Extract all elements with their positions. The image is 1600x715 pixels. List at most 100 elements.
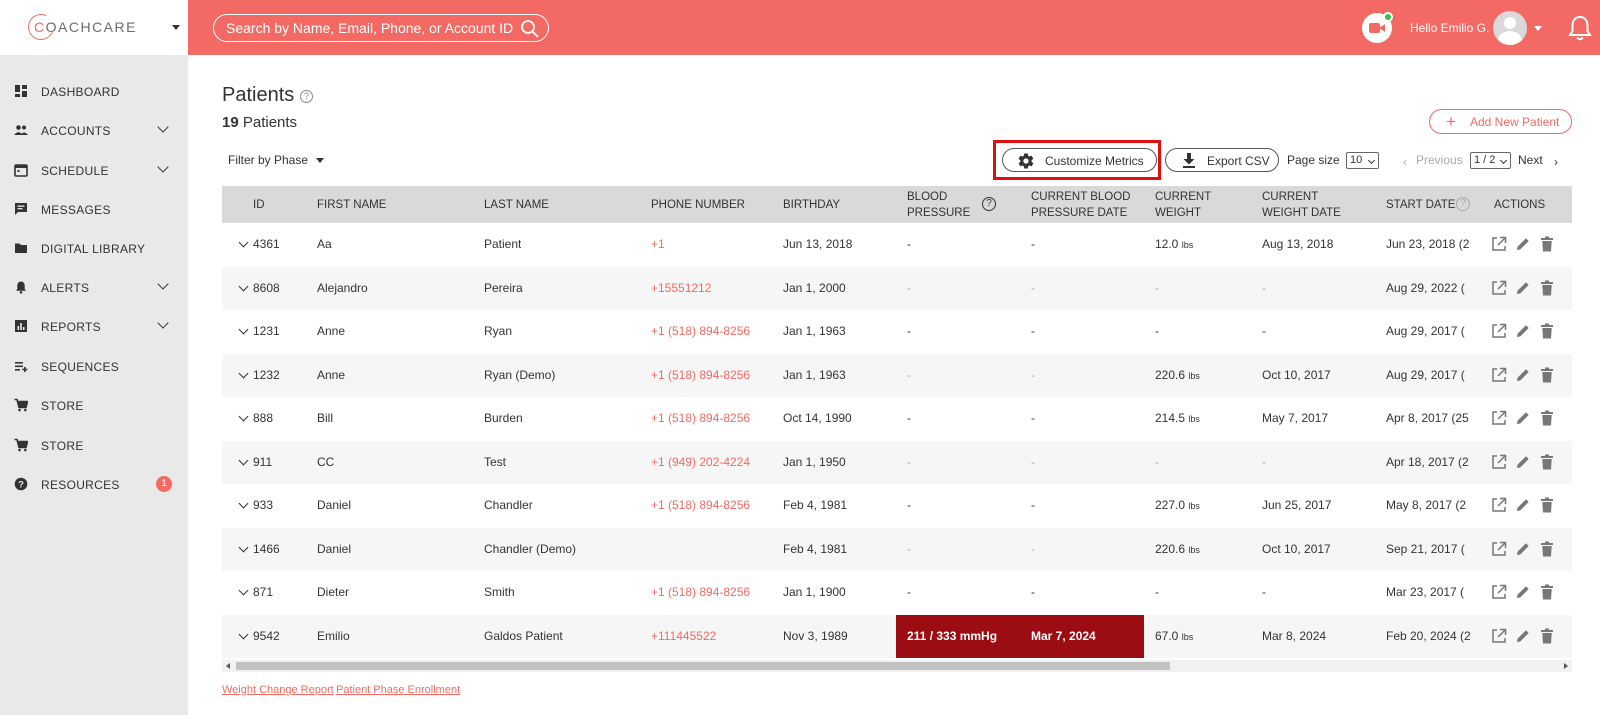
edit-pencil-icon[interactable]	[1515, 584, 1531, 600]
patient-phase-enrollment-link[interactable]: Patient Phase Enrollment	[336, 684, 460, 696]
open-external-icon[interactable]	[1491, 323, 1507, 339]
weight-change-report-link[interactable]: Weight Change Report	[222, 684, 334, 696]
open-external-icon[interactable]	[1491, 236, 1507, 252]
sidebar-item-schedule[interactable]: SCHEDULE	[0, 152, 188, 188]
table-row[interactable]: 888 Bill Burden +1 (518) 894-8256 Oct 14, 19…	[222, 397, 1572, 441]
expand-row-chevron-icon[interactable]	[238, 455, 249, 465]
cell-phone[interactable]: +1 (518) 894-8256	[651, 397, 750, 441]
table-row[interactable]: 911 CC Test +1 (949) 202-4224 Jan 1, 1950 - - -…	[222, 440, 1572, 485]
horizontal-scrollbar[interactable]	[222, 660, 1572, 672]
open-external-icon[interactable]	[1491, 280, 1507, 296]
previous-chevron-icon[interactable]: ‹	[1403, 155, 1407, 169]
table-row[interactable]: 1466 Daniel Chandler (Demo) Feb 4, 1981 - - 22…	[222, 527, 1572, 571]
expand-row-chevron-icon[interactable]	[238, 281, 249, 291]
col-weight-date[interactable]: CURRENT WEIGHT DATE	[1262, 186, 1341, 223]
edit-pencil-icon[interactable]	[1515, 628, 1531, 644]
notifications-bell-icon[interactable]	[1567, 14, 1593, 42]
user-greeting[interactable]: Hello Emilio G.	[1410, 21, 1489, 35]
search-icon[interactable]	[520, 19, 540, 39]
sidebar-item-reports[interactable]: REPORTS	[0, 308, 188, 344]
page-select[interactable]: 1 / 2	[1470, 152, 1511, 169]
delete-trash-icon[interactable]	[1540, 367, 1554, 383]
edit-pencil-icon[interactable]	[1515, 323, 1531, 339]
sidebar-item-store[interactable]: STORE	[0, 427, 188, 463]
open-external-icon[interactable]	[1491, 367, 1507, 383]
cell-phone[interactable]: +111445522	[651, 615, 716, 659]
search-input[interactable]: Search by Name, Email, Phone, or Account…	[213, 14, 549, 42]
sidebar-item-sequences[interactable]: SEQUENCES	[0, 348, 188, 384]
user-menu-caret-icon[interactable]	[1534, 26, 1542, 31]
page-size-select[interactable]: 10	[1346, 152, 1379, 169]
cell-phone[interactable]: +1 (518) 894-8256	[651, 354, 750, 398]
sidebar-item-resources[interactable]: ? RESOURCES 1	[0, 466, 188, 502]
next-chevron-icon[interactable]: ›	[1554, 155, 1558, 169]
delete-trash-icon[interactable]	[1540, 236, 1554, 252]
cell-phone[interactable]: +1 (949) 202-4224	[651, 441, 750, 485]
sidebar-item-alerts[interactable]: ALERTS	[0, 269, 188, 305]
edit-pencil-icon[interactable]	[1515, 280, 1531, 296]
expand-row-chevron-icon[interactable]	[238, 629, 249, 639]
scroll-left-icon[interactable]	[226, 663, 230, 669]
table-row[interactable]: 933 Daniel Chandler +1 (518) 894-8256 Feb 4,…	[222, 484, 1572, 528]
open-external-icon[interactable]	[1491, 410, 1507, 426]
delete-trash-icon[interactable]	[1540, 628, 1554, 644]
table-row[interactable]: 4361 Aa Patient +1 Jun 13, 2018 - - 12.0 lbs Aug…	[222, 223, 1572, 267]
cell-phone[interactable]: +15551212	[651, 267, 711, 311]
help-icon[interactable]: ?	[300, 90, 313, 103]
expand-row-chevron-icon[interactable]	[238, 542, 249, 552]
add-new-patient-button[interactable]: + Add New Patient	[1429, 109, 1572, 134]
export-csv-button[interactable]: Export CSV	[1165, 148, 1279, 172]
chevron-down-icon[interactable]	[157, 121, 169, 133]
delete-trash-icon[interactable]	[1540, 323, 1554, 339]
delete-trash-icon[interactable]	[1540, 584, 1554, 600]
cell-phone[interactable]: +1 (518) 894-8256	[651, 571, 750, 615]
cell-phone[interactable]: +1	[651, 223, 665, 267]
open-external-icon[interactable]	[1491, 584, 1507, 600]
expand-row-chevron-icon[interactable]	[238, 411, 249, 422]
table-row[interactable]: 1231 Anne Ryan +1 (518) 894-8256 Jan 1, 1963…	[222, 310, 1572, 354]
open-external-icon[interactable]	[1491, 541, 1507, 557]
filter-caret-icon[interactable]	[316, 158, 324, 163]
start-date-help-icon[interactable]: ?	[1456, 197, 1470, 211]
avatar[interactable]	[1493, 11, 1527, 45]
chevron-down-icon[interactable]	[157, 317, 169, 329]
table-row[interactable]: 1232 Anne Ryan (Demo) +1 (518) 894-8256 Jan …	[222, 353, 1572, 398]
expand-row-chevron-icon[interactable]	[238, 237, 249, 248]
edit-pencil-icon[interactable]	[1515, 236, 1531, 252]
col-last-name[interactable]: LAST NAME	[484, 186, 549, 223]
col-start-date[interactable]: START DATE	[1386, 186, 1455, 223]
open-external-icon[interactable]	[1491, 497, 1507, 513]
customize-metrics-button[interactable]: Customize Metrics	[1002, 148, 1157, 172]
edit-pencil-icon[interactable]	[1515, 497, 1531, 513]
delete-trash-icon[interactable]	[1540, 497, 1554, 513]
sidebar-item-digital-library[interactable]: DIGITAL LIBRARY	[0, 230, 188, 266]
sidebar-item-store[interactable]: STORE	[0, 387, 188, 423]
next-button[interactable]: Next	[1518, 153, 1543, 167]
col-first-name[interactable]: FIRST NAME	[317, 186, 386, 223]
col-birthday[interactable]: BIRTHDAY	[783, 186, 840, 223]
expand-row-chevron-icon[interactable]	[238, 585, 249, 596]
chevron-down-icon[interactable]	[157, 278, 169, 290]
edit-pencil-icon[interactable]	[1515, 410, 1531, 426]
delete-trash-icon[interactable]	[1540, 541, 1554, 557]
sidebar-item-messages[interactable]: MESSAGES	[0, 191, 188, 227]
col-blood-pressure[interactable]: BLOOD PRESSURE	[907, 186, 970, 223]
open-external-icon[interactable]	[1491, 454, 1507, 470]
open-external-icon[interactable]	[1491, 628, 1507, 644]
filter-by-phase-dropdown[interactable]: Filter by Phase	[228, 153, 308, 167]
scrollbar-thumb[interactable]	[236, 662, 1170, 670]
edit-pencil-icon[interactable]	[1515, 541, 1531, 557]
sidebar-item-accounts[interactable]: ACCOUNTS	[0, 112, 188, 148]
expand-row-chevron-icon[interactable]	[238, 498, 249, 509]
col-phone[interactable]: PHONE NUMBER	[651, 186, 745, 223]
scroll-right-icon[interactable]	[1564, 663, 1568, 669]
delete-trash-icon[interactable]	[1540, 280, 1554, 296]
org-switch-caret-icon[interactable]	[172, 25, 180, 30]
previous-button[interactable]: Previous	[1416, 153, 1463, 167]
col-current-weight[interactable]: CURRENT WEIGHT	[1155, 186, 1211, 223]
table-row[interactable]: 9542 Emilio Galdos Patient +111445522 Nov 3,…	[222, 614, 1572, 659]
chevron-down-icon[interactable]	[157, 161, 169, 173]
edit-pencil-icon[interactable]	[1515, 367, 1531, 383]
bp-help-icon[interactable]: ?	[982, 197, 996, 211]
delete-trash-icon[interactable]	[1540, 410, 1554, 426]
